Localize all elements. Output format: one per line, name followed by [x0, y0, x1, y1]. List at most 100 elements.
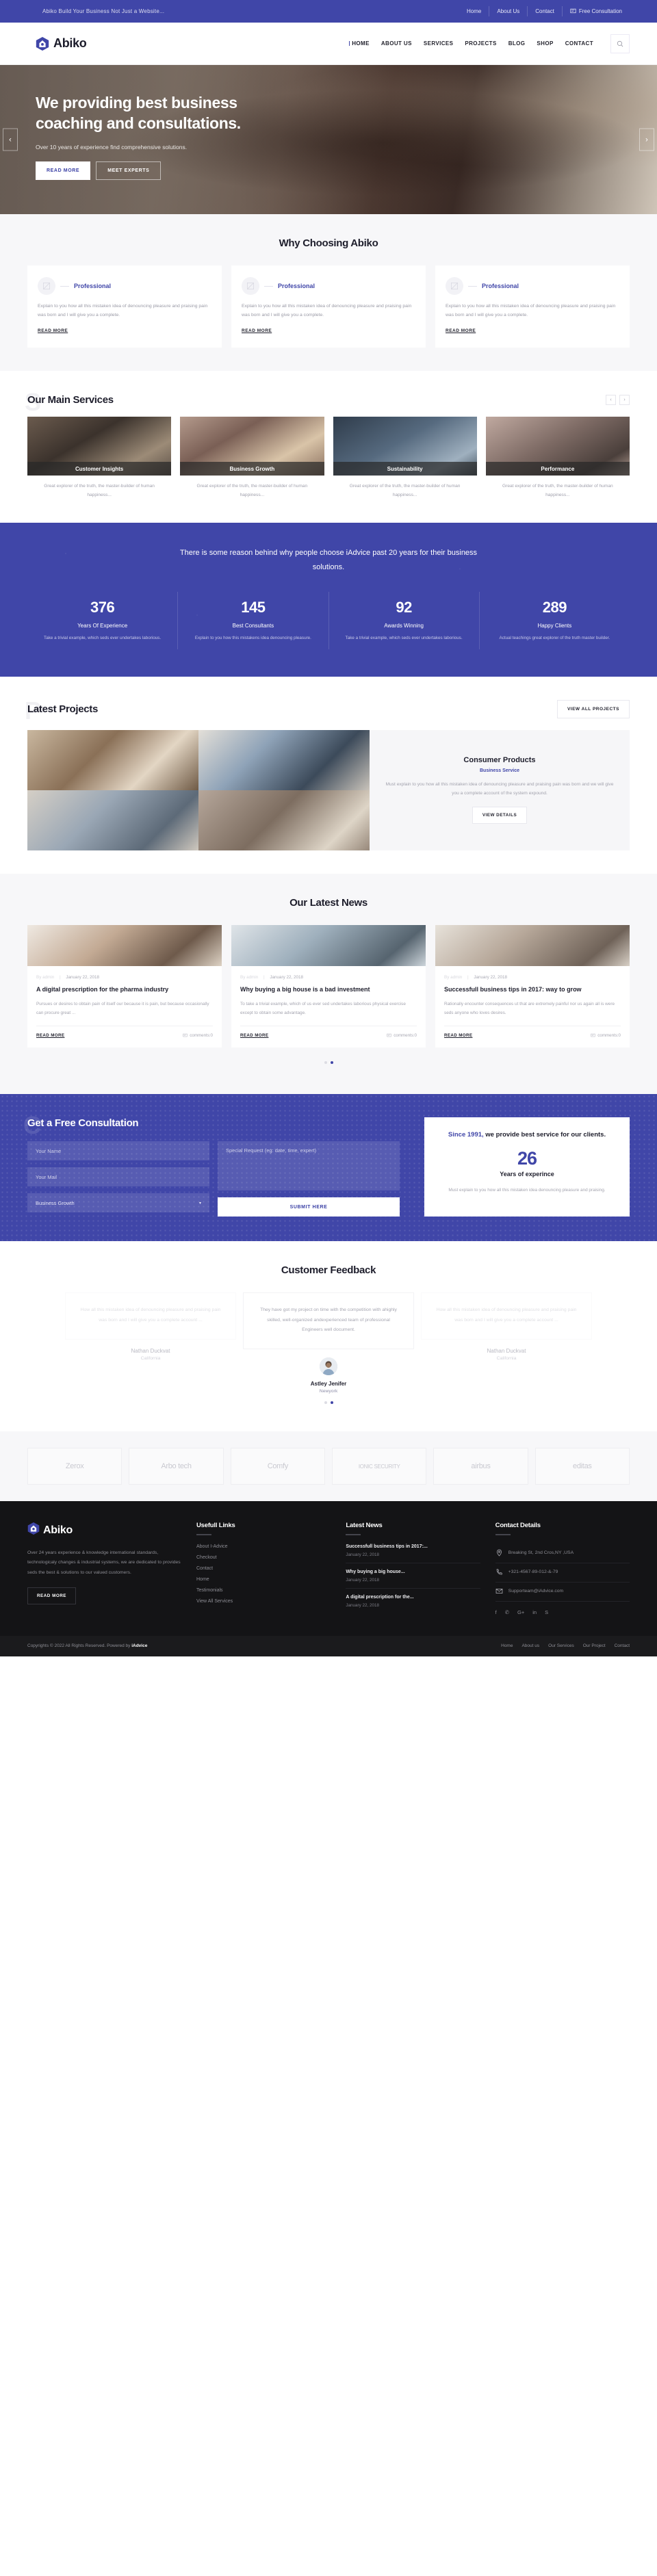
top-link-home[interactable]: Home [459, 6, 489, 16]
search-button[interactable] [610, 34, 630, 53]
news-dot-active[interactable] [330, 1061, 333, 1065]
twitter-icon[interactable]: ✆ [505, 1609, 509, 1615]
news-card[interactable]: By admin | January 22, 2018 A digital pr… [27, 924, 222, 1048]
project-category: Business Service [480, 768, 519, 774]
why-card-read-more[interactable]: READ MORE [242, 328, 272, 333]
why-card-read-more[interactable]: READ MORE [38, 328, 68, 333]
copyright-nav: Home About us Our Services Our Project C… [501, 1643, 630, 1648]
news-title[interactable]: Successfull business tips in 2017: way t… [444, 985, 621, 995]
view-details-button[interactable]: VIEW DETAILS [472, 807, 528, 824]
hero-prev-button[interactable]: ‹ [3, 128, 18, 151]
nav-contact[interactable]: CONTACT [565, 40, 593, 47]
testimonial-card[interactable]: How all this mistaken idea of denouncing… [65, 1292, 236, 1340]
news-title[interactable]: A digital prescription for the pharma in… [36, 985, 213, 995]
service-card[interactable]: Customer Insights Great explorer of the … [27, 417, 172, 499]
nav-about-us[interactable]: ABOUT US [381, 40, 412, 47]
copyright-link-services[interactable]: Our Services [548, 1643, 574, 1648]
submit-button[interactable]: SUBMIT HERE [218, 1197, 400, 1217]
top-link-contact[interactable]: Contact [527, 6, 562, 16]
footer-social-links: f ✆ G+ in S [495, 1609, 630, 1615]
news-dot[interactable] [324, 1061, 327, 1065]
copyright-link-contact[interactable]: Contact [615, 1643, 630, 1648]
nav-shop[interactable]: SHOP [537, 40, 553, 47]
service-card[interactable]: Sustainability Great explorer of the tru… [333, 417, 477, 499]
footer-read-more-button[interactable]: READ MORE [27, 1587, 76, 1604]
projects-section: P Latest Projects VIEW ALL PROJECTS Cons… [0, 677, 657, 874]
client-logo-zerox[interactable]: Zerox [27, 1448, 123, 1485]
services-prev-button[interactable]: ‹ [606, 395, 616, 406]
top-link-about[interactable]: About Us [489, 6, 527, 16]
email-input[interactable] [27, 1167, 209, 1187]
service-image: Business Growth [180, 417, 324, 476]
footer-link-home[interactable]: Home [196, 1577, 331, 1582]
footer-news-item[interactable]: Why buying a big house... January 22, 20… [346, 1570, 480, 1589]
news-card[interactable]: By admin | January 22, 2018 Successfull … [435, 924, 630, 1048]
footer-brand[interactable]: Abiko [27, 1522, 181, 1539]
news-read-more[interactable]: READ MORE [240, 1033, 268, 1038]
linkedin-icon[interactable]: in [532, 1609, 537, 1615]
client-logo-airbus[interactable]: airbus [433, 1448, 528, 1485]
news-comments-label: comments:0 [190, 1033, 213, 1039]
brand-logo[interactable]: Abiko [27, 36, 87, 51]
project-thumb[interactable] [198, 729, 370, 790]
copyright-brand: iAdvice [131, 1643, 148, 1649]
client-logo-ionic-security[interactable]: IONIC SECURITY [332, 1448, 427, 1485]
footer-link-testimonials[interactable]: Testimonials [196, 1588, 331, 1593]
client-logo-editas[interactable]: editas [534, 1448, 630, 1485]
footer-news-item[interactable]: A digital prescription for the... Januar… [346, 1595, 480, 1613]
footer-link-about[interactable]: About I-Advice [196, 1544, 331, 1549]
nav-home[interactable]: HOME [349, 40, 370, 47]
footer-rule [196, 1534, 211, 1535]
footer-link-checkout[interactable]: Checkout [196, 1555, 331, 1560]
hero-next-button[interactable]: › [639, 128, 654, 151]
why-card-read-more[interactable]: READ MORE [446, 328, 476, 333]
testimonial-card[interactable]: How all this mistaken idea of denouncing… [421, 1292, 592, 1340]
view-all-projects-button[interactable]: VIEW ALL PROJECTS [556, 699, 630, 718]
news-title-text: Our Latest News [289, 896, 368, 909]
services-section: S Our Main Services ‹ › Customer Insight… [0, 371, 657, 523]
name-input[interactable] [27, 1141, 209, 1161]
service-select[interactable]: Business Growth ▾ [27, 1193, 209, 1213]
testimonial-card-active[interactable]: They have got my project on time with th… [243, 1292, 414, 1350]
client-logo-comfy[interactable]: Comfy [230, 1448, 325, 1485]
copyright-link-about[interactable]: About us [521, 1643, 539, 1648]
news-card[interactable]: By admin | January 22, 2018 Why buying a… [231, 924, 426, 1048]
nav-projects[interactable]: PROJECTS [465, 40, 496, 47]
site-footer: Abiko Over 24 years experience & knowled… [0, 1501, 657, 1636]
feedback-dot-active[interactable] [330, 1401, 333, 1405]
hero-meet-experts-button[interactable]: MEET EXPERTS [96, 161, 162, 180]
why-card[interactable]: Professional Explain to you how all this… [435, 265, 630, 348]
skype-icon[interactable]: S [545, 1609, 548, 1615]
feedback-section: F Customer Feedback How all this mistake… [0, 1241, 657, 1432]
project-thumb[interactable] [27, 729, 198, 790]
client-logo-arbo-tech[interactable]: Arbo tech [129, 1448, 224, 1485]
services-next-button[interactable]: › [619, 395, 630, 406]
why-choosing-section: W Why Choosing Abiko Professional Explai… [0, 214, 657, 372]
nav-blog[interactable]: BLOG [508, 40, 526, 47]
google-plus-icon[interactable]: G+ [517, 1609, 524, 1615]
footer-contact-phone[interactable]: +321-4567-89-012-&-79 [495, 1563, 630, 1583]
news-title[interactable]: Why buying a big house is a bad investme… [240, 985, 417, 995]
news-read-more[interactable]: READ MORE [444, 1033, 472, 1038]
why-card[interactable]: Professional Explain to you how all this… [231, 265, 426, 348]
copyright-link-project[interactable]: Our Project [583, 1643, 606, 1648]
footer-link-view-all-services[interactable]: View All Services [196, 1599, 331, 1604]
feedback-dot[interactable] [324, 1401, 327, 1405]
special-request-textarea[interactable] [218, 1141, 400, 1191]
news-read-more[interactable]: READ MORE [36, 1033, 64, 1038]
project-thumb[interactable] [198, 790, 370, 850]
why-card[interactable]: Professional Explain to you how all this… [27, 265, 222, 348]
footer-news-item[interactable]: Successfull business tips in 2017:... Ja… [346, 1544, 480, 1563]
nav-services[interactable]: SERVICES [424, 40, 454, 47]
facebook-icon[interactable]: f [495, 1609, 497, 1615]
service-card[interactable]: Performance Great explorer of the truth,… [485, 417, 630, 499]
project-thumb[interactable] [27, 790, 198, 850]
hexagon-home-logo-icon [36, 36, 49, 51]
copyright-link-home[interactable]: Home [501, 1643, 513, 1648]
free-consultation-link[interactable]: Free Consultation [561, 6, 630, 16]
footer-link-contact[interactable]: Contact [196, 1566, 331, 1571]
hero-read-more-button[interactable]: READ MORE [36, 161, 91, 180]
service-card[interactable]: Business Growth Great explorer of the tr… [180, 417, 324, 499]
footer-contact-email[interactable]: Supporteam@iAdvice.com [495, 1583, 630, 1602]
project-gallery[interactable] [27, 729, 370, 850]
